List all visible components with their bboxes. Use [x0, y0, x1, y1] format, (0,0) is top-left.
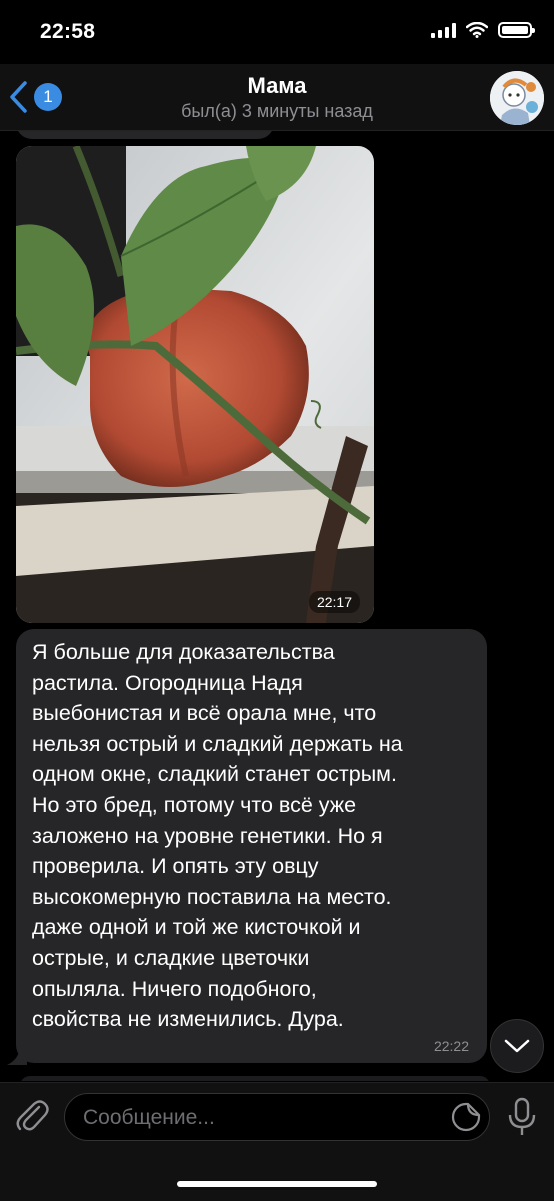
microphone-icon: [508, 1097, 536, 1135]
status-icons: [431, 22, 535, 38]
microphone-button[interactable]: [504, 1097, 540, 1137]
chat-title[interactable]: Мама: [0, 73, 554, 99]
battery-icon: [498, 22, 535, 38]
composer-bar: [0, 1082, 554, 1201]
chevron-down-icon: [504, 1039, 530, 1053]
photo-message[interactable]: 22:17: [16, 146, 374, 623]
next-message-bubble: [20, 1076, 490, 1081]
chat-header: 1 Мама был(а) 3 минуты назад: [0, 64, 554, 131]
sticker-button[interactable]: [451, 1102, 481, 1132]
message-text: Я больше для доказательства растила. Ого…: [32, 640, 403, 1032]
signal-icon: [431, 22, 456, 38]
text-message[interactable]: Я больше для доказательства растила. Ого…: [16, 629, 487, 1063]
avatar[interactable]: [490, 71, 544, 125]
status-bar: 22:58: [0, 0, 554, 64]
message-input-field[interactable]: [64, 1093, 490, 1142]
previous-message-bubble: [16, 131, 274, 139]
message-timestamp: 22:22: [433, 1038, 469, 1054]
pepper-photo: [16, 146, 374, 623]
chat-status: был(а) 3 минуты назад: [181, 101, 373, 121]
message-input[interactable]: [81, 1094, 435, 1142]
attach-button[interactable]: [12, 1095, 52, 1135]
sticker-icon: [451, 1102, 481, 1132]
scroll-to-bottom-button[interactable]: [490, 1019, 544, 1073]
status-time: 22:58: [40, 20, 96, 43]
paperclip-icon: [16, 1100, 49, 1131]
message-list[interactable]: 22:17 Я больше для доказательства растил…: [0, 131, 554, 1081]
wifi-icon: [466, 22, 488, 38]
photo-timestamp: 22:17: [308, 591, 360, 613]
home-indicator: [177, 1181, 377, 1187]
